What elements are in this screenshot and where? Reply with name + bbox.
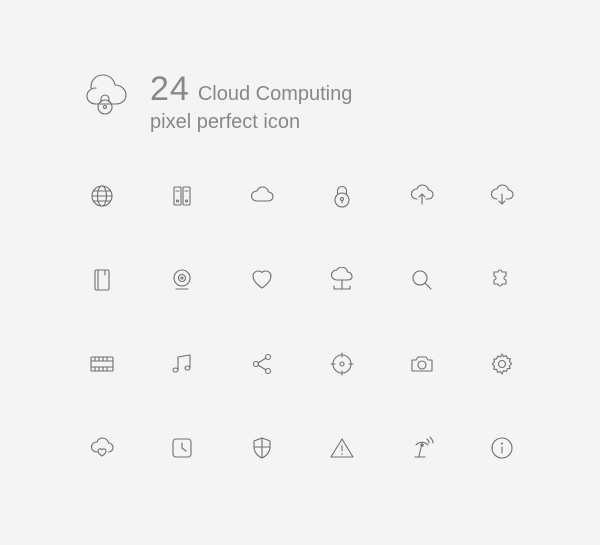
globe-icon bbox=[62, 178, 142, 214]
cloud-heart-icon bbox=[62, 430, 142, 466]
title: Cloud Computing bbox=[198, 83, 353, 106]
share-icon bbox=[222, 346, 302, 382]
cloud-network-icon bbox=[302, 262, 382, 298]
header: 24 Cloud Computing pixel perfect icon bbox=[150, 70, 352, 134]
shield-icon bbox=[222, 430, 302, 466]
target-icon bbox=[302, 346, 382, 382]
cloud-upload-icon bbox=[382, 178, 462, 214]
puzzle-icon bbox=[462, 262, 542, 298]
clock-icon bbox=[142, 430, 222, 466]
search-icon bbox=[382, 262, 462, 298]
gear-icon bbox=[462, 346, 542, 382]
film-icon bbox=[62, 346, 142, 382]
cloud-download-icon bbox=[462, 178, 542, 214]
book-icon bbox=[62, 262, 142, 298]
padlock-icon bbox=[302, 178, 382, 214]
subtitle: pixel perfect icon bbox=[150, 111, 352, 134]
warning-icon bbox=[302, 430, 382, 466]
camera-icon bbox=[382, 346, 462, 382]
servers-icon bbox=[142, 178, 222, 214]
cloud-icon bbox=[222, 178, 302, 214]
info-icon bbox=[462, 430, 542, 466]
icon-count: 24 bbox=[150, 70, 190, 109]
heart-icon bbox=[222, 262, 302, 298]
hero-cloud-lock-icon bbox=[78, 68, 132, 122]
music-icon bbox=[142, 346, 222, 382]
icon-grid bbox=[62, 178, 542, 466]
webcam-icon bbox=[142, 262, 222, 298]
antenna-icon bbox=[382, 430, 462, 466]
